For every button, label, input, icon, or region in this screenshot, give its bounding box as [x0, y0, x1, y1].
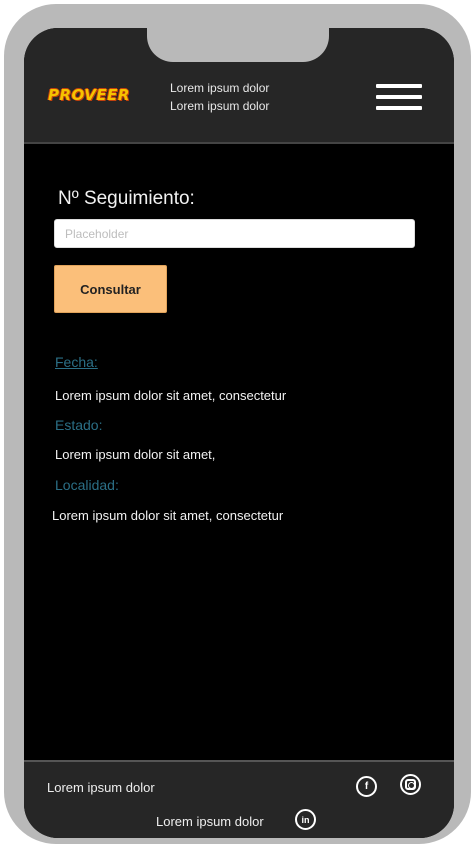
hamburger-bar	[376, 106, 422, 110]
footer-text-2: Lorem ipsum dolor	[156, 814, 264, 829]
phone-notch	[147, 28, 329, 62]
app-footer: Lorem ipsum dolor f Lorem ipsum dolor in	[24, 760, 454, 838]
phone-frame: PROVEER Lorem ipsum dolor Lorem ipsum do…	[4, 4, 471, 844]
footer-text-1: Lorem ipsum dolor	[47, 780, 155, 795]
brand-logo[interactable]: PROVEER	[48, 86, 130, 104]
facebook-glyph: f	[364, 781, 369, 792]
estado-label: Estado:	[55, 417, 103, 433]
fecha-value: Lorem ipsum dolor sit amet, consectetur	[55, 388, 287, 403]
header-line-1: Lorem ipsum dolor	[170, 81, 270, 95]
tracking-label: Nº Seguimiento:	[58, 188, 195, 209]
hamburger-icon[interactable]	[376, 84, 422, 112]
header-line-2: Lorem ipsum dolor	[170, 99, 270, 113]
phone-screen: PROVEER Lorem ipsum dolor Lorem ipsum do…	[24, 28, 454, 838]
estado-value: Lorem ipsum dolor sit amet,	[55, 447, 216, 462]
instagram-glyph	[405, 779, 416, 790]
facebook-icon[interactable]: f	[356, 776, 377, 797]
linkedin-glyph: in	[301, 814, 310, 825]
header-text: Lorem ipsum dolor Lorem ipsum dolor	[170, 79, 269, 115]
hamburger-bar	[376, 84, 422, 88]
localidad-value: Lorem ipsum dolor sit amet, consectetur	[52, 508, 284, 523]
fecha-label[interactable]: Fecha:	[55, 354, 98, 370]
hamburger-bar	[376, 95, 422, 99]
instagram-icon[interactable]	[400, 774, 421, 795]
linkedin-icon[interactable]: in	[295, 809, 316, 830]
localidad-label: Localidad:	[55, 477, 119, 493]
consultar-button[interactable]: Consultar	[54, 265, 167, 313]
tracking-input[interactable]	[54, 219, 415, 248]
